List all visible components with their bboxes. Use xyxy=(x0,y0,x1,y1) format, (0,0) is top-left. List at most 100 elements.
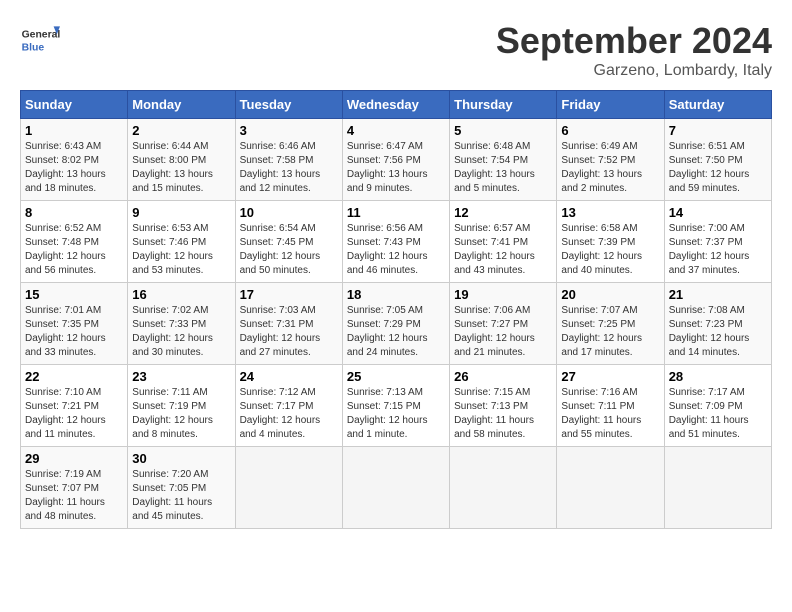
day-number: 20 xyxy=(561,287,659,302)
logo-icon: General Blue xyxy=(20,20,60,60)
day-number: 18 xyxy=(347,287,445,302)
day-number: 7 xyxy=(669,123,767,138)
day-info: Sunrise: 7:10 AM Sunset: 7:21 PM Dayligh… xyxy=(25,386,123,442)
day-info: Sunrise: 6:53 AM Sunset: 7:46 PM Dayligh… xyxy=(132,222,230,278)
calendar-cell: 26 Sunrise: 7:15 AM Sunset: 7:13 PM Dayli… xyxy=(450,365,557,447)
calendar-cell: 30 Sunrise: 7:20 AM Sunset: 7:05 PM Dayli… xyxy=(128,447,235,529)
day-number: 17 xyxy=(240,287,338,302)
month-title: September 2024 xyxy=(496,20,772,62)
calendar-cell: 22 Sunrise: 7:10 AM Sunset: 7:21 PM Dayli… xyxy=(21,365,128,447)
day-info: Sunrise: 6:43 AM Sunset: 8:02 PM Dayligh… xyxy=(25,140,123,196)
day-info: Sunrise: 6:48 AM Sunset: 7:54 PM Dayligh… xyxy=(454,140,552,196)
day-number: 26 xyxy=(454,369,552,384)
day-info: Sunrise: 6:51 AM Sunset: 7:50 PM Dayligh… xyxy=(669,140,767,196)
calendar-cell: 28 Sunrise: 7:17 AM Sunset: 7:09 PM Dayli… xyxy=(664,365,771,447)
calendar-cell: 3Sunrise: 6:46 AM Sunset: 7:58 PM Daylig… xyxy=(235,119,342,201)
calendar-cell: 19 Sunrise: 7:06 AM Sunset: 7:27 PM Dayli… xyxy=(450,283,557,365)
day-info: Sunrise: 7:17 AM Sunset: 7:09 PM Dayligh… xyxy=(669,386,767,442)
calendar-cell: 16 Sunrise: 7:02 AM Sunset: 7:33 PM Dayli… xyxy=(128,283,235,365)
weekday-header-monday: Monday xyxy=(128,91,235,119)
calendar-cell: 21 Sunrise: 7:08 AM Sunset: 7:23 PM Dayli… xyxy=(664,283,771,365)
day-info: Sunrise: 7:12 AM Sunset: 7:17 PM Dayligh… xyxy=(240,386,338,442)
weekday-header-friday: Friday xyxy=(557,91,664,119)
calendar-cell: 2 Sunrise: 6:44 AM Sunset: 8:00 PM Daylig… xyxy=(128,119,235,201)
calendar-cell: 10Sunrise: 6:54 AM Sunset: 7:45 PM Dayli… xyxy=(235,201,342,283)
day-info: Sunrise: 7:08 AM Sunset: 7:23 PM Dayligh… xyxy=(669,304,767,360)
day-number: 12 xyxy=(454,205,552,220)
title-block: September 2024 Garzeno, Lombardy, Italy xyxy=(496,20,772,80)
day-info: Sunrise: 6:57 AM Sunset: 7:41 PM Dayligh… xyxy=(454,222,552,278)
calendar-cell: 12 Sunrise: 6:57 AM Sunset: 7:41 PM Dayli… xyxy=(450,201,557,283)
calendar-cell: 4 Sunrise: 6:47 AM Sunset: 7:56 PM Daylig… xyxy=(342,119,449,201)
day-info: Sunrise: 7:05 AM Sunset: 7:29 PM Dayligh… xyxy=(347,304,445,360)
calendar-cell: 20 Sunrise: 7:07 AM Sunset: 7:25 PM Dayli… xyxy=(557,283,664,365)
day-info: Sunrise: 6:56 AM Sunset: 7:43 PM Dayligh… xyxy=(347,222,445,278)
calendar-cell: 17Sunrise: 7:03 AM Sunset: 7:31 PM Dayli… xyxy=(235,283,342,365)
calendar-cell xyxy=(450,447,557,529)
day-number: 22 xyxy=(25,369,123,384)
day-info: Sunrise: 7:07 AM Sunset: 7:25 PM Dayligh… xyxy=(561,304,659,360)
day-info: Sunrise: 7:13 AM Sunset: 7:15 PM Dayligh… xyxy=(347,386,445,442)
day-number: 13 xyxy=(561,205,659,220)
day-info: Sunrise: 6:54 AM Sunset: 7:45 PM Dayligh… xyxy=(240,222,338,278)
day-info: Sunrise: 6:52 AM Sunset: 7:48 PM Dayligh… xyxy=(25,222,123,278)
weekday-header-sunday: Sunday xyxy=(21,91,128,119)
calendar-cell: 11 Sunrise: 6:56 AM Sunset: 7:43 PM Dayli… xyxy=(342,201,449,283)
calendar-cell: 7 Sunrise: 6:51 AM Sunset: 7:50 PM Daylig… xyxy=(664,119,771,201)
logo: General Blue xyxy=(20,20,60,60)
page-header: General Blue September 2024 Garzeno, Lom… xyxy=(20,20,772,80)
day-info: Sunrise: 7:19 AM Sunset: 7:07 PM Dayligh… xyxy=(25,468,123,524)
day-info: Sunrise: 7:11 AM Sunset: 7:19 PM Dayligh… xyxy=(132,386,230,442)
weekday-header-thursday: Thursday xyxy=(450,91,557,119)
weekday-header-tuesday: Tuesday xyxy=(235,91,342,119)
calendar-cell: 6Sunrise: 6:49 AM Sunset: 7:52 PM Daylig… xyxy=(557,119,664,201)
day-number: 25 xyxy=(347,369,445,384)
day-info: Sunrise: 6:44 AM Sunset: 8:00 PM Dayligh… xyxy=(132,140,230,196)
svg-text:Blue: Blue xyxy=(22,42,45,53)
calendar-cell: 1Sunrise: 6:43 AM Sunset: 8:02 PM Daylig… xyxy=(21,119,128,201)
calendar-cell: 15 Sunrise: 7:01 AM Sunset: 7:35 PM Dayli… xyxy=(21,283,128,365)
day-info: Sunrise: 6:47 AM Sunset: 7:56 PM Dayligh… xyxy=(347,140,445,196)
day-info: Sunrise: 7:06 AM Sunset: 7:27 PM Dayligh… xyxy=(454,304,552,360)
day-number: 23 xyxy=(132,369,230,384)
day-number: 27 xyxy=(561,369,659,384)
calendar-cell: 5Sunrise: 6:48 AM Sunset: 7:54 PM Daylig… xyxy=(450,119,557,201)
calendar-table: SundayMondayTuesdayWednesdayThursdayFrid… xyxy=(20,90,772,529)
day-number: 8 xyxy=(25,205,123,220)
day-number: 4 xyxy=(347,123,445,138)
day-number: 16 xyxy=(132,287,230,302)
day-info: Sunrise: 7:02 AM Sunset: 7:33 PM Dayligh… xyxy=(132,304,230,360)
svg-text:General: General xyxy=(22,30,60,41)
day-number: 24 xyxy=(240,369,338,384)
day-number: 29 xyxy=(25,451,123,466)
location-title: Garzeno, Lombardy, Italy xyxy=(496,62,772,80)
calendar-cell: 24 Sunrise: 7:12 AM Sunset: 7:17 PM Dayli… xyxy=(235,365,342,447)
day-number: 28 xyxy=(669,369,767,384)
calendar-cell xyxy=(664,447,771,529)
calendar-cell: 14 Sunrise: 7:00 AM Sunset: 7:37 PM Dayli… xyxy=(664,201,771,283)
calendar-cell xyxy=(235,447,342,529)
calendar-cell: 8 Sunrise: 6:52 AM Sunset: 7:48 PM Daylig… xyxy=(21,201,128,283)
day-number: 19 xyxy=(454,287,552,302)
calendar-cell: 27 Sunrise: 7:16 AM Sunset: 7:11 PM Dayli… xyxy=(557,365,664,447)
day-info: Sunrise: 7:01 AM Sunset: 7:35 PM Dayligh… xyxy=(25,304,123,360)
day-info: Sunrise: 7:15 AM Sunset: 7:13 PM Dayligh… xyxy=(454,386,552,442)
calendar-cell: 18 Sunrise: 7:05 AM Sunset: 7:29 PM Dayli… xyxy=(342,283,449,365)
day-number: 9 xyxy=(132,205,230,220)
day-info: Sunrise: 6:46 AM Sunset: 7:58 PM Dayligh… xyxy=(240,140,338,196)
day-info: Sunrise: 7:16 AM Sunset: 7:11 PM Dayligh… xyxy=(561,386,659,442)
weekday-header-saturday: Saturday xyxy=(664,91,771,119)
day-info: Sunrise: 7:20 AM Sunset: 7:05 PM Dayligh… xyxy=(132,468,230,524)
day-number: 14 xyxy=(669,205,767,220)
day-number: 30 xyxy=(132,451,230,466)
day-number: 6 xyxy=(561,123,659,138)
day-info: Sunrise: 7:00 AM Sunset: 7:37 PM Dayligh… xyxy=(669,222,767,278)
calendar-cell: 23 Sunrise: 7:11 AM Sunset: 7:19 PM Dayli… xyxy=(128,365,235,447)
day-number: 21 xyxy=(669,287,767,302)
weekday-header-wednesday: Wednesday xyxy=(342,91,449,119)
calendar-cell xyxy=(557,447,664,529)
day-number: 11 xyxy=(347,205,445,220)
day-number: 2 xyxy=(132,123,230,138)
day-number: 15 xyxy=(25,287,123,302)
calendar-cell: 29 Sunrise: 7:19 AM Sunset: 7:07 PM Dayli… xyxy=(21,447,128,529)
